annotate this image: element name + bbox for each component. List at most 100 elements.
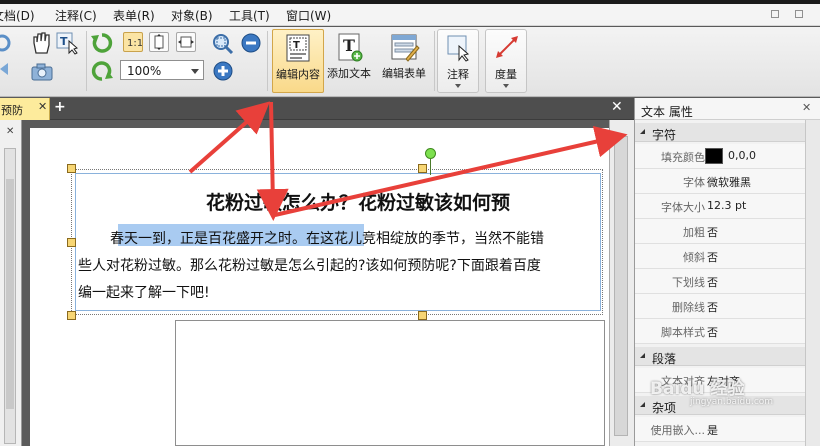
move-partial-icon[interactable] <box>0 59 12 79</box>
prop-row-italic[interactable]: 倾斜 否 <box>635 244 820 269</box>
svg-text:T: T <box>293 40 300 51</box>
properties-scrollbar[interactable] <box>805 120 820 446</box>
resize-handle-top-left[interactable] <box>67 164 76 173</box>
measure-dropdown-button[interactable]: 度量 <box>485 29 527 93</box>
fill-color-swatch[interactable] <box>705 148 723 164</box>
document-vertical-scrollbar[interactable] <box>609 120 634 446</box>
font-size-value: 12.3 pt <box>707 199 747 212</box>
zoom-out-icon[interactable] <box>240 32 262 54</box>
properties-panel-header: 文本 属性 ✕ <box>635 98 820 120</box>
menu-tools[interactable]: 工具(T) <box>229 7 270 24</box>
italic-label: 倾斜 <box>683 251 705 264</box>
section-misc-label: 杂项 <box>652 401 677 415</box>
fit-width-icon <box>178 36 194 48</box>
prop-row-underline[interactable]: 下划线 否 <box>635 269 820 294</box>
annotate-dropdown-button[interactable]: 注释 <box>437 29 479 93</box>
document-body-line-1[interactable]: 春天一到，正是百花盛开之时。在这花儿竞相绽放的季节，当然不能错 <box>110 228 544 248</box>
document-scroll-thumb[interactable] <box>614 136 628 436</box>
script-style-label: 脚本样式 <box>661 326 705 339</box>
collapse-triangle-icon <box>640 129 645 134</box>
hand-tool-icon[interactable] <box>30 31 52 55</box>
menu-form[interactable]: 表单(R) <box>113 7 155 24</box>
section-paragraph[interactable]: 段落 <box>635 347 820 366</box>
document-body-line-2[interactable]: 些人对花粉过敏。那么花粉过敏是怎么引起的?该如何预防呢?下面跟着百度 <box>78 255 541 275</box>
zoom-in-icon[interactable] <box>212 60 234 82</box>
actual-size-button[interactable]: 1:1 <box>123 32 143 52</box>
document-body-line-3[interactable]: 编一起来了解一下吧! <box>78 282 210 302</box>
menu-object[interactable]: 对象(B) <box>171 7 213 24</box>
section-character-label: 字符 <box>652 128 677 142</box>
document-heading[interactable]: 花粉过敏怎么办？花粉过敏该如何预 <box>206 188 510 215</box>
left-panel-scrollbar[interactable] <box>4 148 16 444</box>
main-toolbar: T 1:1 100% T 编辑内容 T 添加文本 编辑表单 注释 度量 <box>0 27 820 97</box>
menu-comment[interactable]: 注释(C) <box>55 7 97 24</box>
left-panel-scroll-thumb[interactable] <box>6 179 14 409</box>
annotate-icon <box>447 35 470 62</box>
menu-window[interactable]: 窗口(W) <box>286 7 331 24</box>
new-tab-icon[interactable]: + <box>54 99 66 115</box>
svg-text:1:1: 1:1 <box>127 38 142 49</box>
document-content-box[interactable] <box>175 320 605 446</box>
collapse-triangle-icon <box>640 353 645 358</box>
prop-row-script-style[interactable]: 脚本样式 否 <box>635 319 820 344</box>
fit-width-button[interactable] <box>176 32 196 52</box>
resize-handle-top-center[interactable] <box>418 164 427 173</box>
left-navigation-panel: ✕ <box>0 120 22 446</box>
add-text-icon: T <box>338 33 363 62</box>
fit-page-button[interactable] <box>149 32 169 52</box>
edit-form-icon <box>391 34 420 62</box>
snapshot-camera-icon[interactable] <box>30 61 54 83</box>
document-page[interactable]: 花粉过敏怎么办？花粉过敏该如何预 春天一到，正是百花盛开之时。在这花儿竞相绽放的… <box>30 128 610 446</box>
left-panel-close-icon[interactable]: ✕ <box>6 126 14 137</box>
zoom-level-select[interactable]: 100% <box>120 60 204 80</box>
prop-row-use-embedded[interactable]: 使用嵌入... 是 <box>635 417 820 442</box>
edit-content-button[interactable]: T 编辑内容 <box>272 29 324 93</box>
rotate-view-clockwise-icon[interactable] <box>90 31 114 55</box>
fit-page-icon <box>154 34 164 50</box>
tab-document-active[interactable]: 预防 ✕ <box>0 98 50 120</box>
menu-document[interactable]: 文档(D) <box>0 7 35 24</box>
edit-form-label: 编辑表单 <box>382 67 426 80</box>
strikethrough-label: 删除线 <box>672 301 705 314</box>
toolbar-separator <box>434 31 435 91</box>
chevron-down-icon <box>503 84 509 88</box>
annotate-label: 注释 <box>447 68 469 81</box>
tab-close-icon[interactable]: ✕ <box>38 100 47 113</box>
measure-label: 度量 <box>495 68 517 81</box>
rotation-handle[interactable] <box>425 148 436 159</box>
edit-form-button[interactable]: 编辑表单 <box>378 29 430 93</box>
resize-handle-bottom-center[interactable] <box>418 311 427 320</box>
fill-color-value: 0,0,0 <box>728 149 756 162</box>
prop-row-bold[interactable]: 加粗 否 <box>635 219 820 244</box>
edit-content-label: 编辑内容 <box>276 68 320 81</box>
close-document-icon[interactable]: ✕ <box>611 99 623 115</box>
watermark-url: jingyan.baidu.com <box>690 397 774 407</box>
zoom-area-icon[interactable] <box>211 32 235 54</box>
italic-value: 否 <box>707 251 718 264</box>
use-embedded-value: 是 <box>707 424 718 437</box>
properties-panel-title: 文本 属性 <box>641 105 693 119</box>
font-size-label: 字体大小 <box>661 201 705 214</box>
add-text-button[interactable]: T 添加文本 <box>324 29 374 93</box>
fill-color-label: 填充颜色 <box>661 151 705 164</box>
prop-row-font[interactable]: 字体 微软雅黑 <box>635 169 820 194</box>
select-text-tool-icon[interactable]: T <box>56 31 78 55</box>
window-maximize-icon[interactable] <box>795 10 803 18</box>
section-character[interactable]: 字符 <box>635 123 820 142</box>
chevron-down-icon <box>191 69 199 74</box>
measure-icon <box>496 36 518 58</box>
section-paragraph-label: 段落 <box>652 352 677 366</box>
prop-row-strikethrough[interactable]: 删除线 否 <box>635 294 820 319</box>
collapse-triangle-icon <box>640 402 645 407</box>
resize-handle-bottom-left[interactable] <box>67 311 76 320</box>
window-restore-icon[interactable] <box>771 10 779 18</box>
prop-row-font-size[interactable]: 字体大小 12.3 pt <box>635 194 820 219</box>
resize-handle-middle-left[interactable] <box>67 238 76 247</box>
prop-row-fill-color[interactable]: 填充颜色 0,0,0 <box>635 144 820 169</box>
rotate-left-partial-icon[interactable] <box>0 33 12 53</box>
rotate-view-counterclockwise-icon[interactable] <box>90 59 114 83</box>
properties-close-icon[interactable]: ✕ <box>802 101 811 114</box>
zoom-level-value: 100% <box>127 64 162 78</box>
underline-label: 下划线 <box>672 276 705 289</box>
document-canvas[interactable]: 花粉过敏怎么办？花粉过敏该如何预 春天一到，正是百花盛开之时。在这花儿竞相绽放的… <box>22 120 634 446</box>
